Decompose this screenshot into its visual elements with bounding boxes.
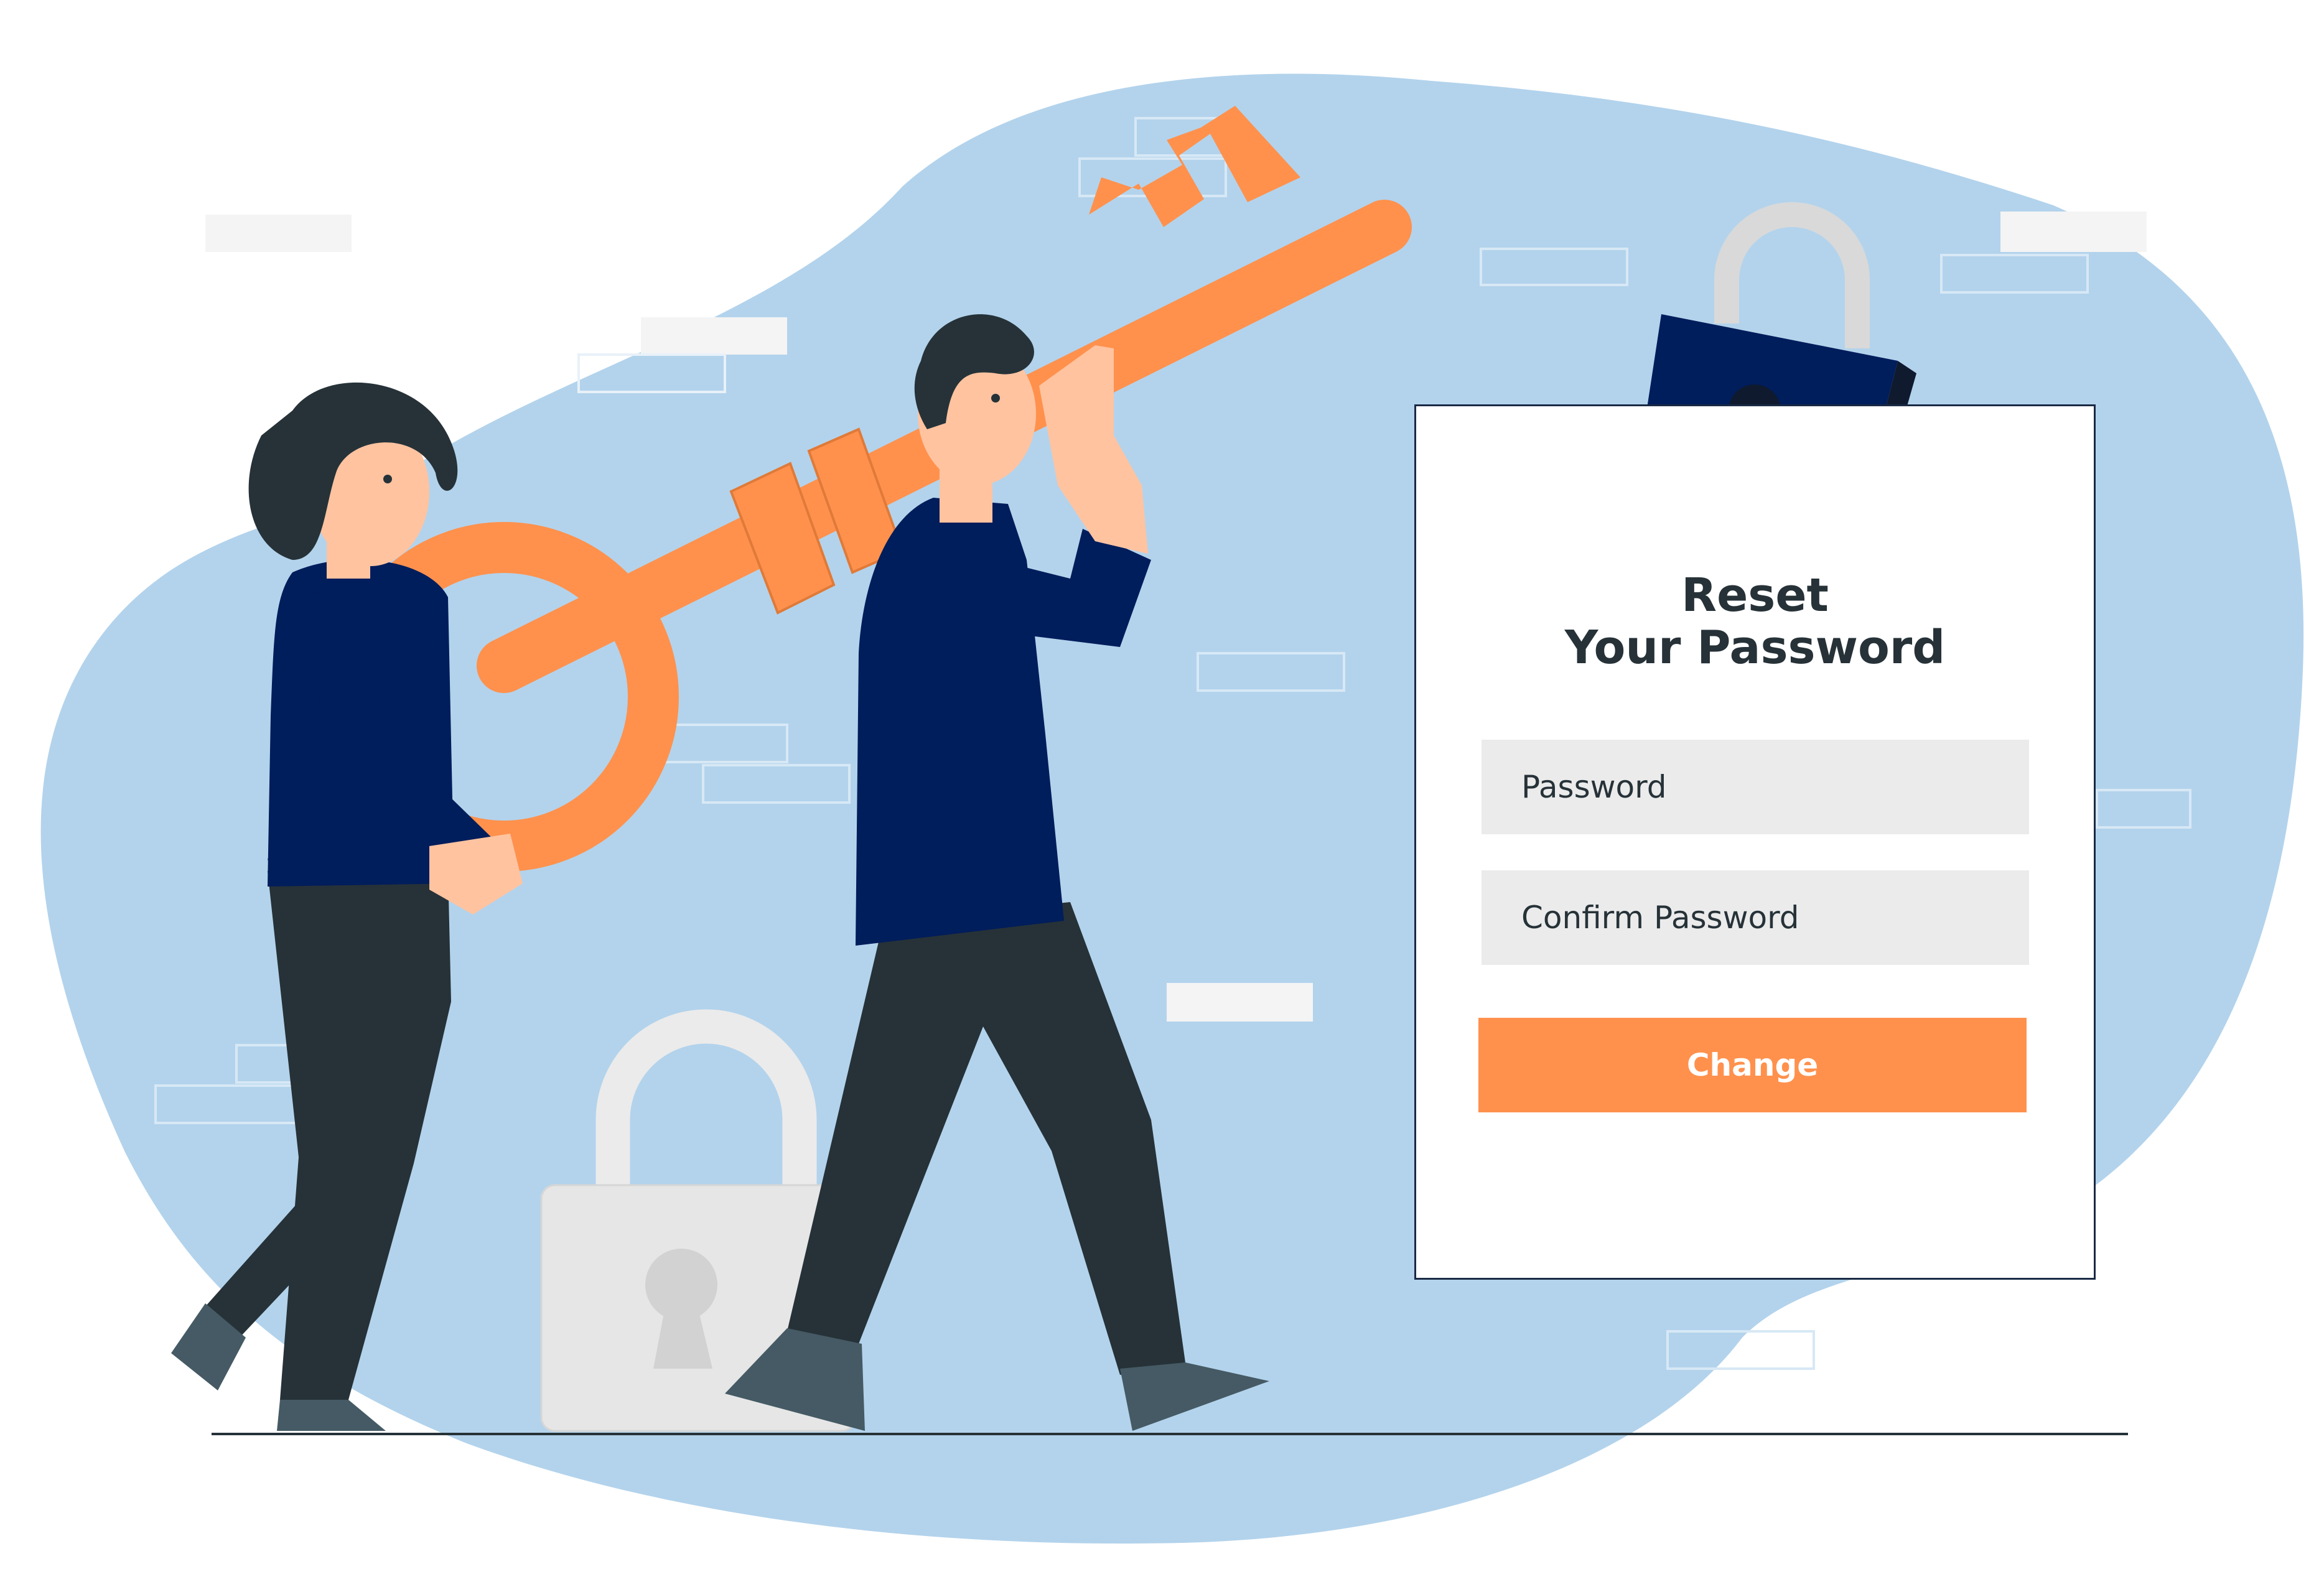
confirm-password-input[interactable] bbox=[1482, 870, 2029, 965]
form-title: Reset Your Password bbox=[1416, 569, 2094, 674]
brick bbox=[205, 215, 352, 252]
form-title-line1: Reset bbox=[1681, 569, 1829, 622]
brick bbox=[641, 317, 787, 355]
change-button[interactable]: Change bbox=[1478, 1018, 2027, 1112]
password-input[interactable] bbox=[1482, 740, 2029, 834]
brick bbox=[1167, 983, 1313, 1022]
reset-password-card: Reset Your Password Change bbox=[1414, 404, 2096, 1280]
form-title-line2: Your Password bbox=[1564, 621, 1946, 674]
brick bbox=[2000, 212, 2147, 252]
